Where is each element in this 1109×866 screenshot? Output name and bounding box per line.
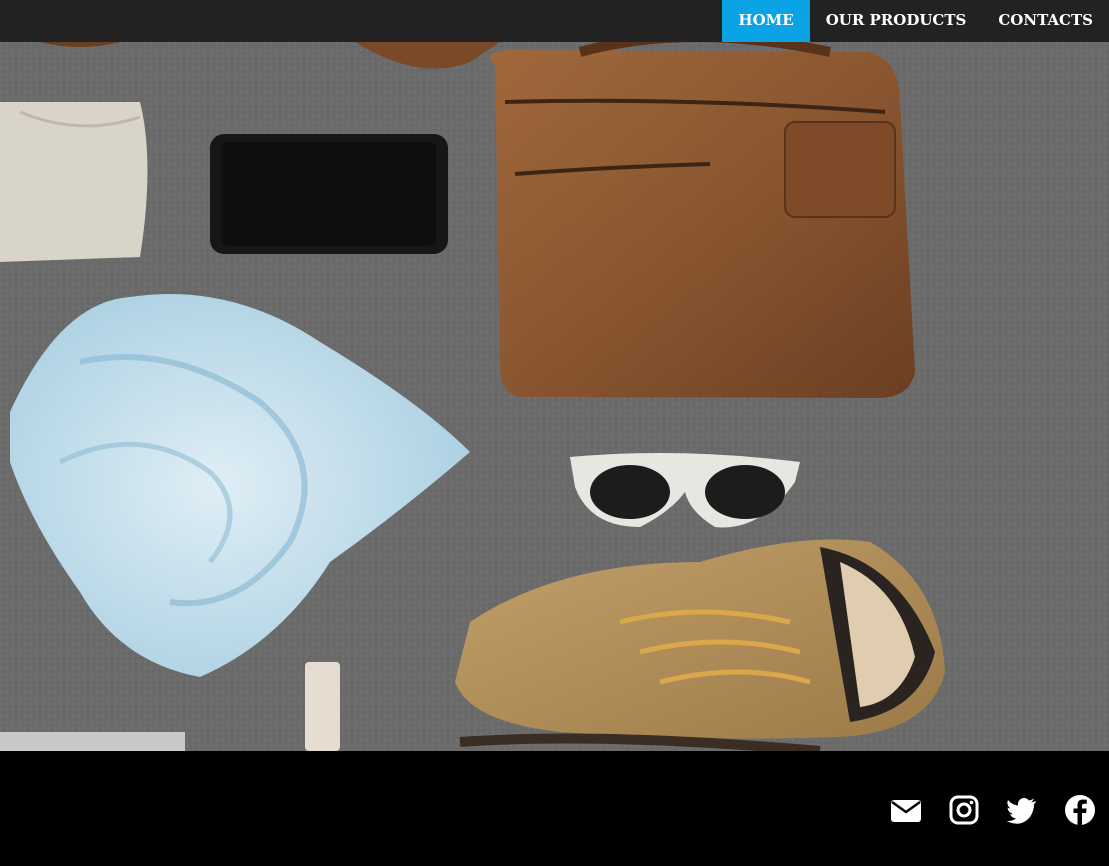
top-navbar: HOME OUR PRODUCTS CONTACTS	[0, 0, 1109, 42]
instagram-icon[interactable]	[947, 793, 981, 827]
nav-our-products-link[interactable]: OUR PRODUCTS	[810, 0, 983, 42]
envelope-icon[interactable]	[889, 793, 923, 827]
social-links	[889, 793, 1097, 827]
main-nav: HOME OUR PRODUCTS CONTACTS	[722, 0, 1109, 42]
facebook-icon[interactable]	[1063, 793, 1097, 827]
hero-banner-image	[0, 42, 1109, 751]
twitter-icon[interactable]	[1005, 793, 1039, 827]
nav-contacts-link[interactable]: CONTACTS	[982, 0, 1109, 42]
footer	[0, 751, 1109, 866]
nav-home-link[interactable]: HOME	[722, 0, 810, 42]
